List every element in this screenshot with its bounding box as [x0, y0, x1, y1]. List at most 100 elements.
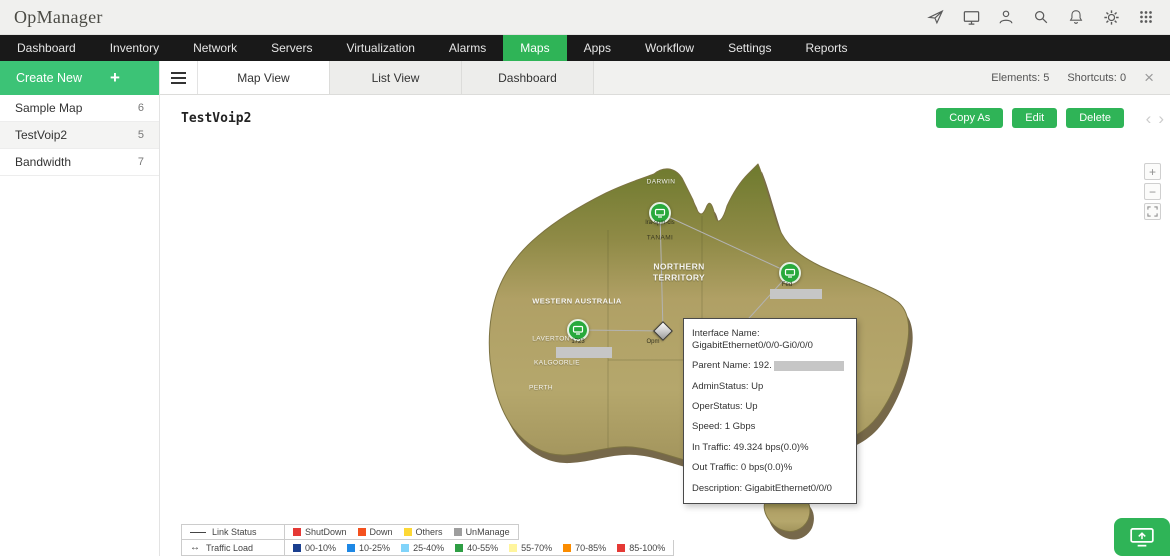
nav-item-apps[interactable]: Apps: [567, 35, 628, 61]
sidebar-item-sample-map[interactable]: Sample Map 6: [0, 95, 159, 122]
legend-item: ShutDown: [293, 527, 347, 537]
tab-list-view[interactable]: List View: [330, 61, 462, 94]
region-label-perth: PERTH: [529, 384, 553, 392]
main-nav: Dashboard Inventory Network Servers Virt…: [0, 35, 1170, 61]
plus-icon: +: [110, 68, 120, 87]
zoom-in-button[interactable]: +: [1144, 163, 1161, 180]
create-new-button[interactable]: Create New +: [0, 61, 159, 95]
nav-item-virtualization[interactable]: Virtualization: [329, 35, 431, 61]
traffic-load-row: ↔ Traffic Load 00-10% 10-25% 25-40% 40-5…: [181, 540, 675, 556]
shortcuts-count: Shortcuts: 0: [1067, 71, 1127, 84]
region-label-darwin: DARWIN: [646, 178, 676, 186]
nav-item-alarms[interactable]: Alarms: [432, 35, 503, 61]
legend-item: 40-55%: [455, 543, 498, 553]
region-label-kalgoorlie: KALGOORLIE: [534, 359, 580, 367]
legend-item: 00-10%: [293, 543, 336, 553]
zoom-controls: + −: [1144, 163, 1161, 220]
traffic-arrow-icon: ↔: [190, 542, 200, 553]
toolbar-right: Elements: 5 Shortcuts: 0 ×: [991, 61, 1170, 94]
legend-item: 70-85%: [563, 543, 606, 553]
nav-item-workflow[interactable]: Workflow: [628, 35, 711, 61]
sidebar-item-label: Sample Map: [15, 101, 83, 115]
zoom-out-button[interactable]: −: [1144, 183, 1161, 200]
region-label-northern-territory: NORTHERN TERRITORY: [652, 261, 706, 282]
map-toolbar: Map View List View Dashboard Elements: 5…: [160, 61, 1170, 95]
edit-button[interactable]: Edit: [1012, 108, 1058, 128]
tab-dashboard[interactable]: Dashboard: [462, 61, 594, 94]
diamond-label: Opm: [646, 339, 660, 345]
copy-as-button[interactable]: Copy As: [936, 108, 1004, 128]
nav-item-settings[interactable]: Settings: [711, 35, 788, 61]
region-label-western-australia: WESTERN AUSTRALIA: [532, 296, 622, 306]
traffic-load-items: 00-10% 10-25% 25-40% 40-55% 55-70% 70-85…: [285, 540, 675, 556]
elements-count: Elements: 5: [991, 71, 1050, 84]
legend-item: 10-25%: [347, 543, 390, 553]
page-title: TestVoip2: [181, 111, 252, 126]
search-icon[interactable]: [1031, 7, 1051, 27]
user-icon[interactable]: [996, 7, 1016, 27]
opmanager-screen: OpManager Dashboard Inventory Network Se…: [0, 0, 1170, 556]
tooltip-oper-status: OperStatus: Up: [692, 401, 758, 412]
nav-item-network[interactable]: Network: [176, 35, 254, 61]
traffic-load-title: ↔ Traffic Load: [181, 540, 285, 556]
close-icon[interactable]: ×: [1144, 69, 1154, 86]
legend-item: UnManage: [453, 527, 510, 537]
interface-tooltip: Interface Name: GigabitEthernet0/0/0-Gi0…: [683, 318, 857, 505]
link-line-icon: [190, 531, 206, 533]
tab-map-view[interactable]: Map View: [198, 61, 330, 94]
tooltip-interface-name: Interface Name: GigabitEthernet0/0/0-Gi0…: [692, 328, 813, 351]
sidebar-item-count: 5: [137, 129, 144, 141]
sidebar-item-testvoip2[interactable]: TestVoip2 5: [0, 122, 159, 149]
remote-monitor-icon[interactable]: [961, 7, 981, 27]
tooltip-admin-status: AdminStatus: Up: [692, 380, 764, 392]
nav-item-inventory[interactable]: Inventory: [93, 35, 176, 61]
device-node-3[interactable]: [567, 319, 589, 341]
redacted-value: [773, 360, 844, 371]
redacted-label: [770, 289, 822, 299]
bell-icon[interactable]: [1066, 7, 1086, 27]
nav-item-reports[interactable]: Reports: [788, 35, 864, 61]
sidebar-item-count: 7: [137, 156, 144, 168]
redacted-label: [556, 347, 612, 358]
send-icon[interactable]: [926, 7, 946, 27]
device-node-2-label: Fed: [781, 282, 793, 288]
device-node-2[interactable]: [779, 262, 801, 284]
tooltip-out-traffic: Out Traffic: 0 bps(0.0)%: [692, 462, 793, 474]
hamburger-menu-icon[interactable]: [160, 61, 198, 94]
header-icons: [926, 7, 1156, 27]
nav-item-maps[interactable]: Maps: [503, 35, 567, 61]
next-chevron-icon[interactable]: ›: [1158, 109, 1164, 129]
map-actions: Copy As Edit Delete: [936, 108, 1124, 128]
device-node-1-label: lra-spm-cis: [645, 220, 675, 226]
legend-item: 85-100%: [617, 543, 665, 553]
top-header: OpManager: [0, 0, 1170, 35]
tooltip-speed: Speed: 1 Gbps: [692, 421, 756, 433]
legend-item: 25-40%: [401, 543, 444, 553]
opmanager-logo: OpManager: [14, 6, 103, 27]
fit-screen-button[interactable]: [1144, 203, 1161, 220]
legend-item: 55-70%: [509, 543, 552, 553]
gear-icon[interactable]: [1101, 7, 1121, 27]
map-content: TestVoip2 Copy As Edit Delete ‹ › DARWIN…: [160, 95, 1170, 556]
sidebar-item-bandwidth[interactable]: Bandwidth 7: [0, 149, 159, 176]
legend-item: Others: [403, 527, 443, 537]
link-status-row: Link Status ShutDown Down Others UnManag…: [181, 524, 674, 540]
support-chat-button[interactable]: [1114, 518, 1170, 556]
tooltip-description: Description: GigabitEthernet0/0/0: [692, 482, 832, 494]
create-new-label: Create New: [16, 71, 82, 85]
map-pager: ‹ ›: [1146, 109, 1164, 129]
sidebar-item-label: TestVoip2: [15, 128, 68, 142]
apps-grid-icon[interactable]: [1136, 7, 1156, 27]
nav-item-dashboard[interactable]: Dashboard: [0, 35, 93, 61]
tooltip-in-traffic: In Traffic: 49.324 bps(0.0)%: [692, 441, 809, 453]
region-label-laverton: LAVERTON: [532, 335, 570, 343]
prev-chevron-icon[interactable]: ‹: [1146, 109, 1152, 129]
legend-item: Down: [357, 527, 393, 537]
tooltip-parent-name: Parent Name: 192.: [692, 360, 848, 372]
region-label-tanami: TANAMI: [646, 234, 674, 242]
delete-button[interactable]: Delete: [1066, 108, 1124, 128]
link-status-title: Link Status: [181, 524, 285, 540]
link-status-items: ShutDown Down Others UnManage: [285, 524, 519, 540]
sidebar-item-count: 6: [137, 102, 144, 114]
nav-item-servers[interactable]: Servers: [254, 35, 329, 61]
